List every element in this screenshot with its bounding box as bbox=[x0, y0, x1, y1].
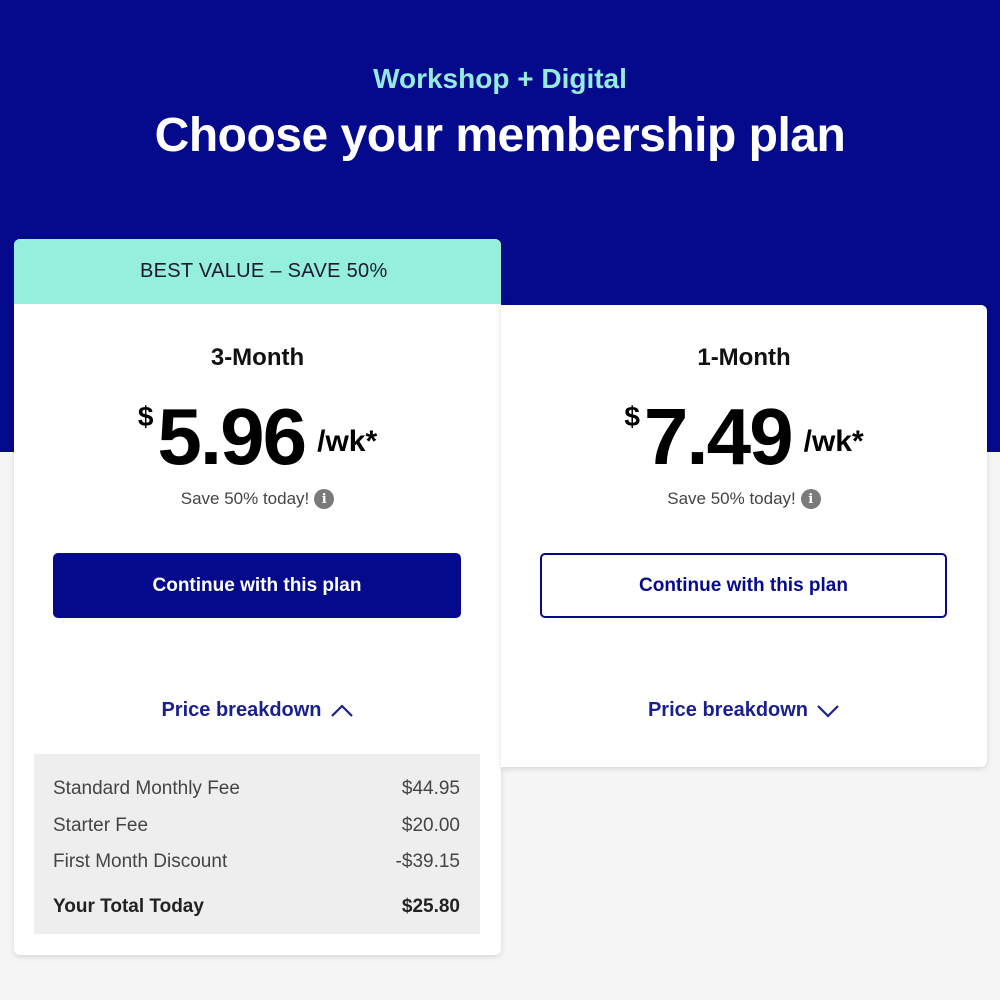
membership-page: Workshop + Digital Choose your membershi… bbox=[0, 0, 1000, 1000]
plan-name: 1-Month bbox=[697, 344, 791, 371]
plan-card-1-month: 1-Month $ 7.49 /wk* Save 50% today! i Co… bbox=[501, 305, 987, 767]
price-breakdown-toggle[interactable]: Price breakdown bbox=[501, 699, 987, 722]
continue-3-month-button[interactable]: Continue with this plan bbox=[53, 553, 461, 618]
price-amount: 5.96 bbox=[157, 392, 307, 481]
total-label: Your Total Today bbox=[53, 895, 204, 917]
info-glyph: i bbox=[808, 491, 814, 507]
plan-name: 3-Month bbox=[210, 344, 305, 371]
info-icon[interactable]: i bbox=[800, 489, 821, 509]
breakdown-total-row: Your Total Today $25.80 bbox=[53, 889, 460, 926]
chevron-up-icon bbox=[330, 703, 354, 718]
price-unit: /wk* bbox=[317, 425, 378, 458]
price-unit: /wk* bbox=[803, 425, 864, 458]
savings-text: Save 50% today! bbox=[667, 489, 796, 508]
breakdown-row: Starter Fee $20.00 bbox=[53, 808, 460, 845]
page-title: Choose your membership plan bbox=[154, 109, 846, 162]
breakdown-value: $20.00 bbox=[401, 814, 460, 836]
price-breakdown-panel: Standard Monthly Fee $44.95 Starter Fee … bbox=[34, 754, 480, 934]
price-currency: $ bbox=[624, 401, 640, 432]
breakdown-value: -$39.15 bbox=[395, 851, 460, 873]
breakdown-label: Standard Monthly Fee bbox=[53, 778, 240, 800]
savings-text: Save 50% today! bbox=[180, 489, 310, 508]
price-amount: 7.49 bbox=[643, 392, 794, 481]
price-breakdown-label: Price breakdown bbox=[161, 699, 322, 721]
breakdown-row: First Month Discount -$39.15 bbox=[53, 844, 460, 881]
total-value: $25.80 bbox=[401, 895, 460, 917]
price-breakdown-toggle[interactable]: Price breakdown bbox=[14, 699, 501, 722]
plan-category-eyebrow: Workshop + Digital bbox=[373, 63, 627, 94]
breakdown-row: Standard Monthly Fee $44.95 bbox=[53, 771, 460, 808]
info-icon[interactable]: i bbox=[314, 489, 335, 509]
price: $ 7.49 /wk* bbox=[501, 397, 987, 477]
price: $ 5.96 /wk* bbox=[14, 397, 501, 477]
savings-note: Save 50% today! i bbox=[501, 489, 987, 509]
plan-card-3-month: BEST VALUE – SAVE 50% 3-Month $ 5.96 /wk… bbox=[14, 239, 501, 955]
breakdown-label: First Month Discount bbox=[53, 851, 228, 873]
breakdown-value: $44.95 bbox=[401, 778, 460, 800]
price-currency: $ bbox=[137, 401, 154, 432]
price-breakdown-label: Price breakdown bbox=[647, 699, 809, 721]
best-value-badge: BEST VALUE – SAVE 50% bbox=[14, 239, 501, 304]
continue-1-month-button[interactable]: Continue with this plan bbox=[540, 553, 947, 618]
info-glyph: i bbox=[321, 491, 327, 507]
chevron-down-icon bbox=[816, 704, 840, 718]
breakdown-label: Starter Fee bbox=[53, 814, 149, 836]
savings-note: Save 50% today! i bbox=[14, 489, 501, 509]
